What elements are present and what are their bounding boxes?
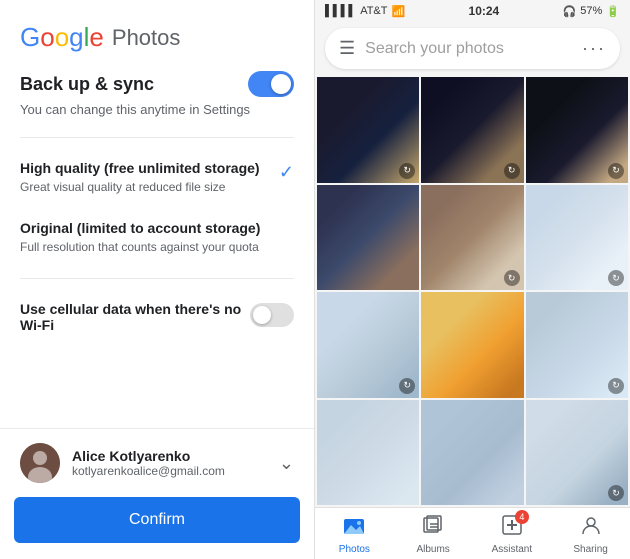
photo-thumbnail (421, 400, 523, 506)
status-left: ▌▌▌▌ AT&T 📶 (325, 5, 405, 18)
backup-title: Back up & sync (20, 74, 154, 95)
photo-cell[interactable]: ↻ (526, 400, 628, 506)
wifi-icon: 📶 (391, 5, 405, 18)
albums-nav-label: Albums (416, 544, 449, 555)
photo-cell[interactable]: ↻ (317, 77, 419, 183)
divider-1 (20, 137, 294, 138)
logo-photos-text: Photos (112, 25, 181, 51)
sync-icon: ↻ (608, 163, 624, 179)
sync-icon: ↻ (504, 163, 520, 179)
high-quality-subtitle: Great visual quality at reduced file siz… (20, 179, 271, 196)
cellular-title: Use cellular data when there's no Wi-Fi (20, 301, 250, 333)
photo-thumbnail (421, 292, 523, 398)
photos-nav-label: Photos (339, 544, 370, 555)
nav-sharing[interactable]: Sharing (563, 514, 618, 555)
carrier-name: AT&T (360, 5, 387, 17)
sharing-nav-icon (580, 514, 602, 542)
photo-cell[interactable] (317, 185, 419, 291)
chevron-down-icon: ⌄ (279, 453, 294, 474)
photo-cell[interactable]: ↻ (526, 77, 628, 183)
sync-icon: ↻ (399, 378, 415, 394)
assistant-nav-label: Assistant (492, 544, 533, 555)
backup-sync-row: Back up & sync (20, 71, 294, 97)
account-email: kotlyarenkoalice@gmail.com (72, 464, 225, 478)
photo-cell[interactable]: ↻ (526, 185, 628, 291)
signal-icon: ▌▌▌▌ (325, 5, 356, 17)
sync-icon: ↻ (608, 270, 624, 286)
account-name: Alice Kotlyarenko (72, 448, 225, 464)
right-panel: ▌▌▌▌ AT&T 📶 10:24 🎧 57% 🔋 ☰ Search your … (315, 0, 630, 559)
photo-thumbnail (317, 400, 419, 506)
photo-cell[interactable] (421, 400, 523, 506)
original-subtitle: Full resolution that counts against your… (20, 239, 294, 256)
photo-cell[interactable]: ↻ (526, 292, 628, 398)
high-quality-checkmark: ✓ (279, 162, 294, 183)
battery-percentage: 57% (580, 5, 602, 17)
status-bar: ▌▌▌▌ AT&T 📶 10:24 🎧 57% 🔋 (315, 0, 630, 22)
settings-content: Back up & sync You can change this anyti… (0, 71, 314, 428)
photo-cell[interactable] (421, 292, 523, 398)
more-options-icon[interactable]: ··· (582, 38, 606, 59)
backup-toggle[interactable] (248, 71, 294, 97)
albums-nav-icon (422, 514, 444, 542)
search-bar[interactable]: ☰ Search your photos ··· (325, 28, 620, 69)
nav-assistant[interactable]: 4 Assistant (484, 514, 539, 555)
photo-cell[interactable]: ↻ (421, 77, 523, 183)
logo-area: Google Photos (0, 0, 314, 71)
photos-nav-icon (343, 514, 365, 542)
photo-thumbnail (317, 185, 419, 291)
high-quality-option[interactable]: High quality (free unlimited storage) Gr… (20, 148, 294, 208)
sync-icon: ↻ (608, 485, 624, 501)
battery-icon: 🔋 (606, 5, 620, 18)
search-placeholder: Search your photos (365, 40, 504, 58)
account-section[interactable]: Alice Kotlyarenko kotlyarenkoalice@gmail… (0, 428, 314, 497)
backup-subtitle: You can change this anytime in Settings (20, 101, 294, 119)
original-option[interactable]: Original (limited to account storage) Fu… (20, 208, 294, 268)
high-quality-title: High quality (free unlimited storage) (20, 160, 271, 176)
assistant-badge: 4 (515, 510, 529, 524)
status-time: 10:24 (469, 4, 500, 18)
logo-google: Google (20, 22, 104, 53)
bottom-nav: Photos Albums (315, 507, 630, 559)
cellular-toggle[interactable] (250, 303, 294, 327)
nav-albums[interactable]: Albums (406, 514, 461, 555)
original-title: Original (limited to account storage) (20, 220, 294, 236)
confirm-button[interactable]: Confirm (14, 497, 300, 543)
sync-icon: ↻ (399, 163, 415, 179)
photo-cell[interactable] (317, 400, 419, 506)
status-right: 🎧 57% 🔋 (563, 5, 620, 18)
left-panel: Google Photos Back up & sync You can cha… (0, 0, 315, 559)
hamburger-icon[interactable]: ☰ (339, 38, 355, 59)
photo-cell[interactable]: ↻ (317, 292, 419, 398)
photos-grid: ↻ ↻ ↻ ↻ ↻ ↻ ↻ (315, 75, 630, 507)
avatar (20, 443, 60, 483)
sharing-nav-label: Sharing (573, 544, 607, 555)
photo-cell[interactable]: ↻ (421, 185, 523, 291)
headphones-icon: 🎧 (563, 5, 577, 18)
sync-icon: ↻ (504, 270, 520, 286)
cellular-option: Use cellular data when there's no Wi-Fi (20, 289, 294, 348)
sync-icon: ↻ (608, 378, 624, 394)
divider-2 (20, 278, 294, 279)
nav-photos[interactable]: Photos (327, 514, 382, 555)
